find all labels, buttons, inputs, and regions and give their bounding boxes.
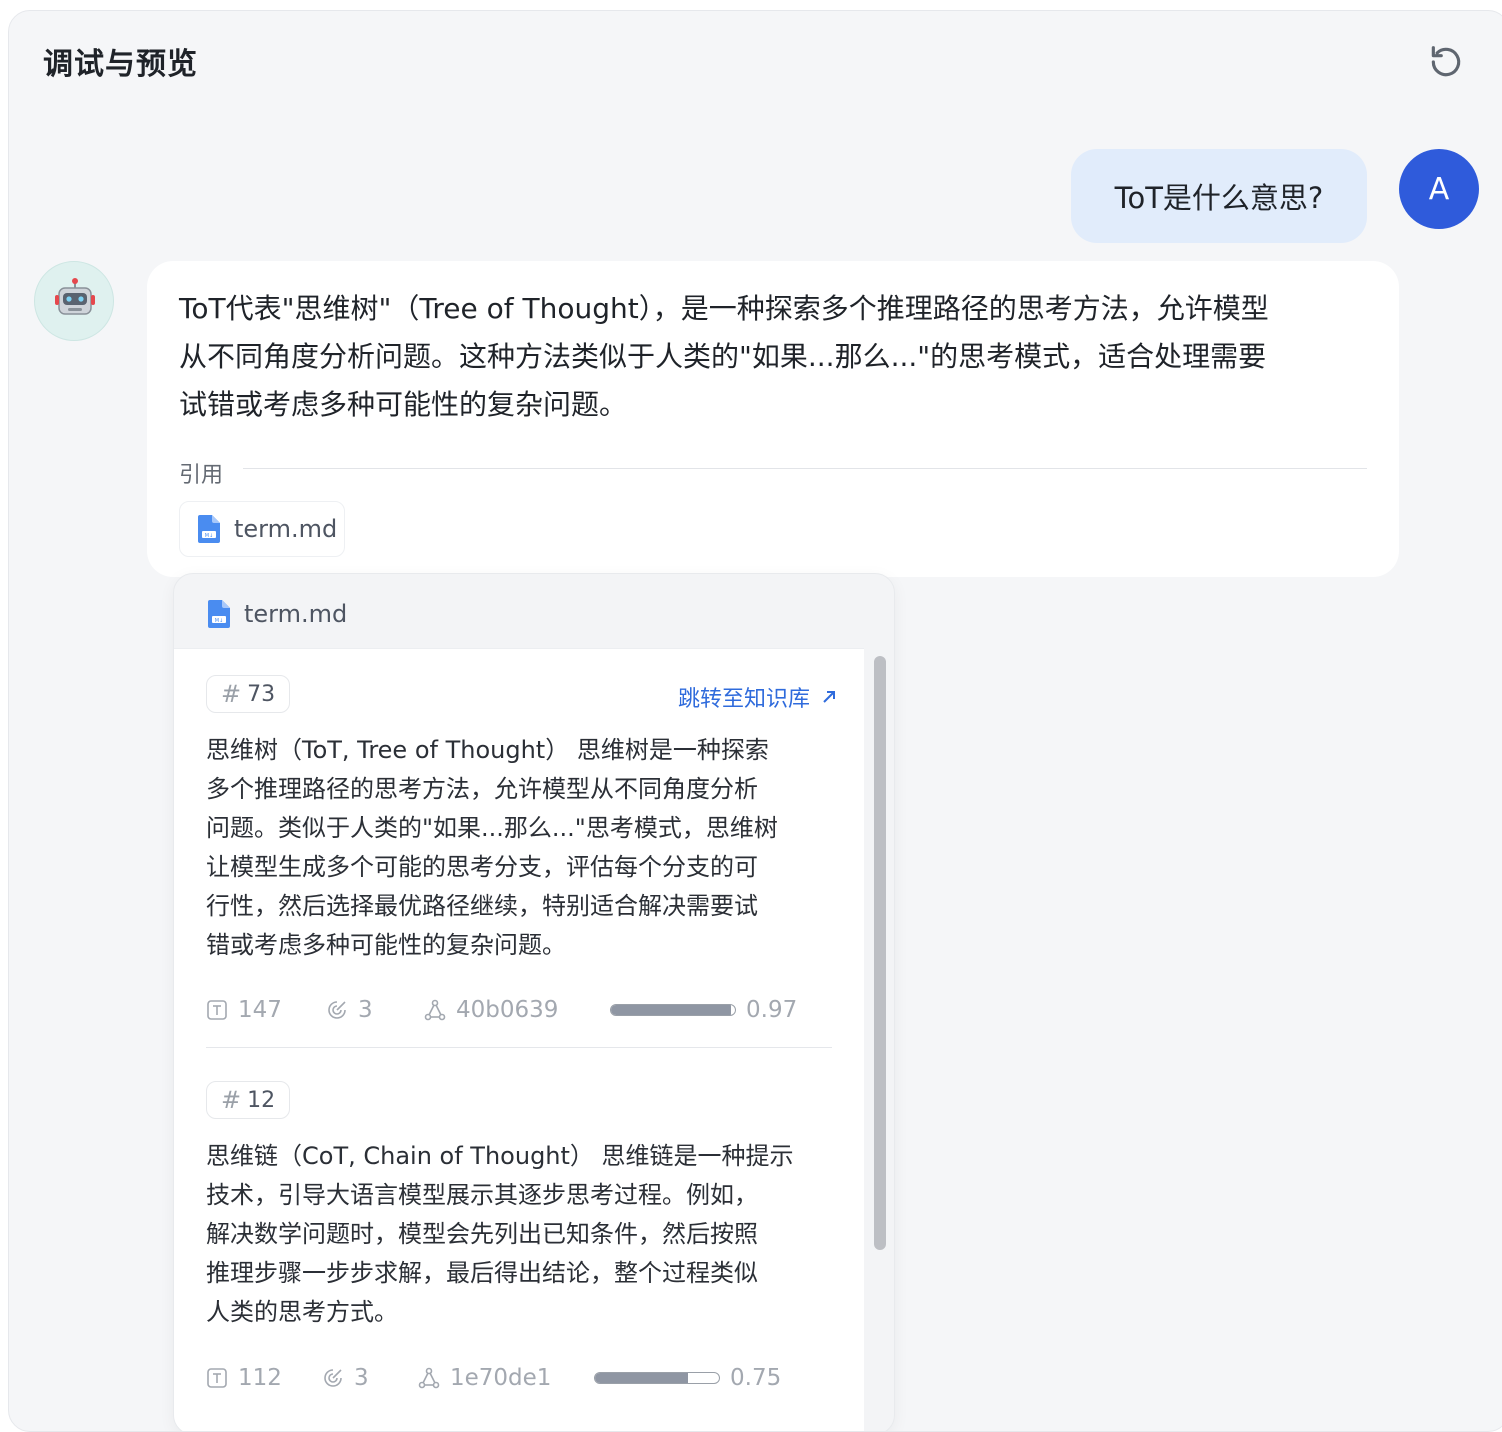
hit-count: 3 (322, 1365, 418, 1391)
chunk-text-line: 解决数学问题时，模型会先列出已知条件，然后按照 (206, 1220, 758, 1248)
chunk-text-line: 行性，然后选择最优路径继续，特别适合解决需要试 (206, 892, 758, 920)
svg-text:M↓: M↓ (215, 618, 224, 624)
text-token-icon (207, 1368, 227, 1388)
score-fill (595, 1373, 688, 1383)
target-icon (324, 1369, 342, 1387)
jump-link-label: 跳转至知识库 (677, 687, 810, 712)
score-bar (594, 1372, 720, 1384)
popover-file-name: term.md (244, 600, 348, 628)
user-avatar: A (1399, 149, 1479, 229)
chunk-hash-value: 40b0639 (456, 997, 559, 1023)
graph-node-icon (424, 999, 446, 1021)
chunk-id: 73 (247, 681, 276, 707)
chunk-text-line: 推理步骤一步步求解，最后得出结论，整个过程类似 (206, 1259, 758, 1287)
score-bar (610, 1004, 736, 1016)
chunk-meta-row: 112 3 1e70de1 0.75 (206, 1365, 781, 1391)
hash-icon: # (221, 680, 242, 708)
relevance-score: 0.97 (610, 997, 797, 1023)
chunk-divider (206, 1047, 832, 1048)
chunk-hash: 1e70de1 (418, 1365, 594, 1391)
chunk-id: 12 (247, 1087, 276, 1113)
token-count: 112 (206, 1365, 322, 1391)
chunk-text-line: 问题。类似于人类的"如果...那么..."思考模式，思维树 (206, 814, 778, 842)
robot-icon (55, 278, 95, 315)
user-avatar-initial: A (1428, 171, 1450, 207)
relevance-score: 0.75 (594, 1365, 781, 1391)
popover-header: M↓ term.md (208, 600, 347, 628)
hit-count-value: 3 (354, 1365, 369, 1391)
reference-file-name: term.md (234, 515, 338, 543)
target-icon (328, 1001, 346, 1019)
token-count: 147 (206, 997, 326, 1023)
text-token-icon (207, 1000, 227, 1020)
scrollbar[interactable] (870, 654, 888, 1431)
jump-to-knowledge-base-link[interactable]: 跳转至知识库 (678, 681, 836, 713)
markdown-file-icon: M↓ (198, 515, 220, 543)
debug-preview-panel: 调试与预览 ToT是什么意思? A ToT代表"思维树"（Tree of Tho… (8, 10, 1502, 1432)
refresh-icon[interactable] (1427, 43, 1465, 81)
svg-text:M↓: M↓ (205, 533, 214, 539)
user-message-text: ToT是什么意思? (1114, 181, 1324, 215)
markdown-file-icon: M↓ (208, 600, 230, 628)
graph-node-icon (418, 1367, 440, 1389)
answer-line: 试错或考虑多种可能性的复杂问题。 (179, 388, 628, 421)
chunk-text-line: 错或考虑多种可能性的复杂问题。 (206, 931, 566, 959)
chunk-list[interactable]: # 73 跳转至知识库 思维树（ToT, Tree of Thought） 思维… (174, 648, 864, 1431)
bot-message-bubble: ToT代表"思维树"（Tree of Thought），是一种探索多个推理路径的… (147, 261, 1399, 577)
bot-avatar (34, 261, 114, 341)
chunk-id-badge: # 12 (206, 1081, 291, 1119)
token-count-value: 147 (238, 997, 282, 1023)
chunk-hash-value: 1e70de1 (450, 1365, 552, 1391)
chunk-item: # 12 思维链（CoT, Chain of Thought） 思维链是一种提示… (206, 1081, 836, 1411)
answer-line: ToT代表"思维树"（Tree of Thought），是一种探索多个推理路径的… (179, 292, 1269, 325)
user-message-bubble: ToT是什么意思? (1071, 149, 1367, 243)
page-title: 调试与预览 (43, 47, 198, 82)
reference-file-chip[interactable]: M↓ term.md (179, 501, 345, 557)
arrow-up-right-icon (823, 691, 835, 703)
chunk-text: 思维树（ToT, Tree of Thought） 思维树是一种探索 多个推理路… (206, 731, 836, 965)
reference-label: 引用 (179, 463, 224, 488)
hit-count-value: 3 (358, 997, 373, 1023)
chunk-text: 思维链（CoT, Chain of Thought） 思维链是一种提示 技术，引… (206, 1137, 836, 1332)
token-count-value: 112 (238, 1365, 282, 1391)
bot-answer-text: ToT代表"思维树"（Tree of Thought），是一种探索多个推理路径的… (179, 285, 1375, 429)
citation-popover: M↓ term.md # 73 跳转至知识库 思维树（ToT, Tree of … (173, 573, 895, 1431)
reference-divider (243, 468, 1367, 469)
chunk-meta-row: 147 3 40b0639 0.97 (206, 997, 797, 1023)
score-value: 0.97 (746, 997, 798, 1023)
score-value: 0.75 (730, 1365, 782, 1391)
chunk-text-line: 技术，引导大语言模型展示其逐步思考过程。例如， (206, 1181, 758, 1209)
chunk-text-line: 人类的思考方式。 (206, 1298, 398, 1326)
answer-line: 从不同角度分析问题。这种方法类似于人类的"如果...那么..."的思考模式，适合… (179, 340, 1267, 373)
score-fill (611, 1005, 732, 1015)
hash-icon: # (221, 1086, 242, 1114)
chunk-text-line: 思维链（CoT, Chain of Thought） 思维链是一种提示 (206, 1142, 794, 1170)
chunk-text-line: 思维树（ToT, Tree of Thought） 思维树是一种探索 (206, 736, 769, 764)
chunk-item: # 73 跳转至知识库 思维树（ToT, Tree of Thought） 思维… (206, 675, 836, 1035)
chunk-hash: 40b0639 (424, 997, 610, 1023)
chunk-id-badge: # 73 (206, 675, 291, 713)
chunk-text-line: 多个推理路径的思考方法，允许模型从不同角度分析 (206, 775, 758, 803)
scrollbar-thumb[interactable] (874, 656, 886, 1250)
hit-count: 3 (326, 997, 424, 1023)
chunk-text-line: 让模型生成多个可能的思考分支，评估每个分支的可 (206, 853, 758, 881)
